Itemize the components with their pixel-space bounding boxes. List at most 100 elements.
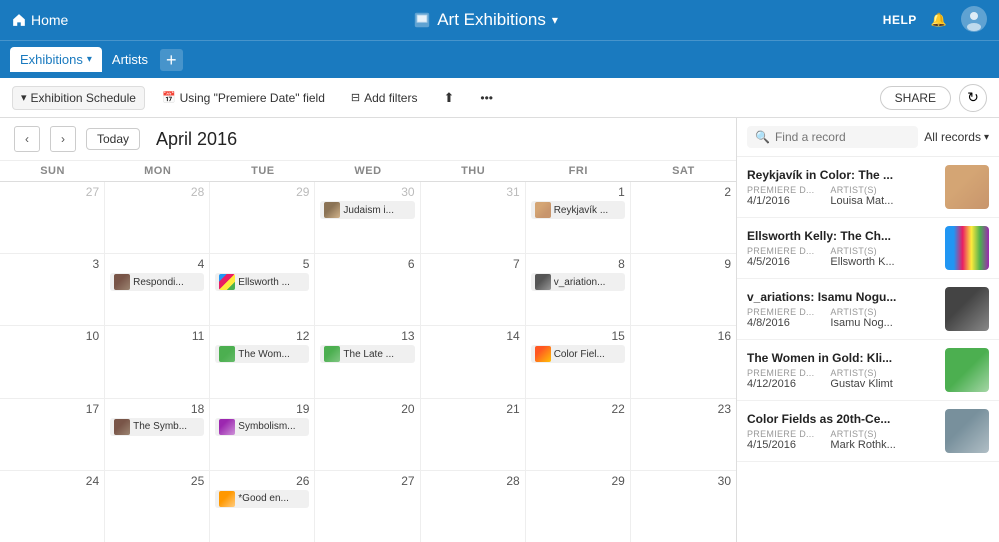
calendar-grid: SUN MON TUE WED THU FRI SAT 27282930Juda… [0,161,736,542]
day-number: 11 [110,329,204,343]
all-records-button[interactable]: All records ▾ [924,130,989,144]
next-month-button[interactable]: › [50,126,76,152]
day-4-4[interactable]: 28 [421,471,526,542]
event-label: Ellsworth ... [238,277,290,288]
day-1-4[interactable]: 7 [421,254,526,325]
user-avatar[interactable] [961,6,987,35]
day-2-2[interactable]: 12The Wom... [210,326,315,397]
day-number: 28 [426,474,520,488]
view-selector[interactable]: ▾ Exhibition Schedule [12,86,145,110]
day-0-6[interactable]: 2 [631,182,736,253]
event-label: The Late ... [343,349,394,360]
day-2-0[interactable]: 10 [0,326,105,397]
day-3-3[interactable]: 20 [315,399,420,470]
day-number: 27 [5,185,99,199]
week-4: 24 25 26*Good en...27 28 2930 [0,471,736,542]
record-item[interactable]: Color Fields as 20th-Ce...PREMIERE D...4… [737,401,999,462]
day-2-5[interactable]: 15Color Fiel... [526,326,631,397]
event-thumbnail [324,202,340,218]
record-meta: PREMIERE D...4/15/2016ARTIST(S)Mark Roth… [747,429,937,451]
premiere-date-value: 4/8/2016 [747,317,814,329]
day-4-2[interactable]: 26*Good en... [210,471,315,542]
day-1-3[interactable]: 6 [315,254,420,325]
day-0-4[interactable]: 31 [421,182,526,253]
premiere-date-value: 4/15/2016 [747,439,814,451]
record-item[interactable]: The Women in Gold: Kli...PREMIERE D...4/… [737,340,999,401]
day-3-2[interactable]: 19Symbolism... [210,399,315,470]
app-title-chevron[interactable]: ▾ [552,13,558,27]
day-1-2[interactable]: 5Ellsworth ... [210,254,315,325]
premiere-date-label: PREMIERE D... [747,429,814,439]
calendar-event[interactable]: The Wom... [215,345,309,363]
day-number: 16 [636,329,731,343]
day-0-0[interactable]: 27 [0,182,105,253]
day-0-1[interactable]: 28 [105,182,210,253]
day-4-5[interactable]: 29 [526,471,631,542]
day-3-0[interactable]: 17 [0,399,105,470]
day-0-5[interactable]: 1Reykjavík ... [526,182,631,253]
day-3-5[interactable]: 22 [526,399,631,470]
day-2-3[interactable]: 13The Late ... [315,326,420,397]
event-thumbnail [535,346,551,362]
calendar-event[interactable]: The Late ... [320,345,414,363]
day-2-1[interactable]: 11 [105,326,210,397]
calendar-event[interactable]: The Symb... [110,418,204,436]
day-3-4[interactable]: 21 [421,399,526,470]
day-3-6[interactable]: 23 [631,399,736,470]
records-list: Reykjavík in Color: The ...PREMIERE D...… [737,157,999,542]
date-field-selector[interactable]: 📅 Using "Premiere Date" field [153,86,334,110]
top-nav: Home Art Exhibitions ▾ HELP 🔔 [0,0,999,40]
calendar-event[interactable]: Ellsworth ... [215,273,309,291]
day-4-3[interactable]: 27 [315,471,420,542]
bell-icon[interactable]: 🔔 [931,12,947,28]
calendar-event[interactable]: Reykjavík ... [531,201,625,219]
day-1-0[interactable]: 3 [0,254,105,325]
calendar-event[interactable]: Symbolism... [215,418,309,436]
day-1-6[interactable]: 9 [631,254,736,325]
premiere-date-value: 4/12/2016 [747,378,814,390]
event-thumbnail [114,419,130,435]
day-0-2[interactable]: 29 [210,182,315,253]
record-item[interactable]: Reykjavík in Color: The ...PREMIERE D...… [737,157,999,218]
week-3: 1718The Symb...19Symbolism...20 21 2223 [0,399,736,471]
record-item[interactable]: Ellsworth Kelly: The Ch...PREMIERE D...4… [737,218,999,279]
refresh-button[interactable]: ↻ [959,84,987,112]
day-2-4[interactable]: 14 [421,326,526,397]
day-4-0[interactable]: 24 [0,471,105,542]
day-number: 25 [110,474,204,488]
today-button[interactable]: Today [86,128,140,150]
home-link[interactable]: Home [12,12,68,28]
calendar-event[interactable]: Respondi... [110,273,204,291]
add-filters-button[interactable]: ⊟ Add filters [342,86,427,110]
calendar-event[interactable]: v_ariation... [531,273,625,291]
tab-exhibitions[interactable]: Exhibitions ▾ [10,47,102,72]
event-thumbnail [219,419,235,435]
more-options-button[interactable]: ••• [471,86,502,110]
week-1: 34Respondi...5Ellsworth ...678v_ariation… [0,254,736,326]
event-thumbnail [219,346,235,362]
day-4-6[interactable]: 30 [631,471,736,542]
calendar-event[interactable]: Color Fiel... [531,345,625,363]
day-number: 21 [426,402,520,416]
prev-month-button[interactable]: ‹ [14,126,40,152]
event-label: Respondi... [133,277,184,288]
record-item[interactable]: v_ariations: Isamu Nogu...PREMIERE D...4… [737,279,999,340]
day-3-1[interactable]: 18The Symb... [105,399,210,470]
calendar-event[interactable]: Judaism i... [320,201,414,219]
help-label: HELP [883,13,917,27]
search-input[interactable] [775,130,910,144]
export-button[interactable]: ⬆ [434,85,463,111]
day-1-1[interactable]: 4Respondi... [105,254,210,325]
day-1-5[interactable]: 8v_ariation... [526,254,631,325]
share-button[interactable]: SHARE [880,86,951,110]
calendar-event[interactable]: *Good en... [215,490,309,508]
artist-label: ARTIST(S) [830,246,894,256]
day-2-6[interactable]: 16 [631,326,736,397]
event-label: v_ariation... [554,277,606,288]
tab-artists[interactable]: Artists [102,47,158,72]
day-4-1[interactable]: 25 [105,471,210,542]
day-0-3[interactable]: 30Judaism i... [315,182,420,253]
day-number: 24 [5,474,99,488]
tab-add-button[interactable]: + [160,49,183,71]
premiere-date-label: PREMIERE D... [747,185,814,195]
